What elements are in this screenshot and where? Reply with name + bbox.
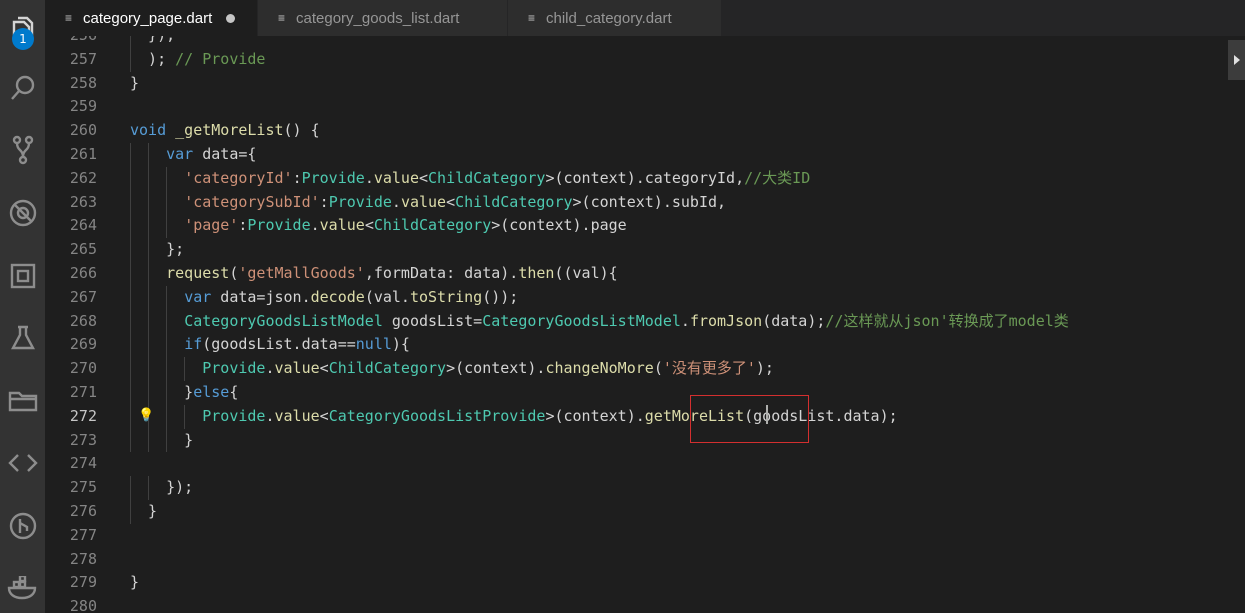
code-line[interactable]: 273 } xyxy=(45,428,1245,453)
code-line[interactable]: 274 xyxy=(45,452,1245,476)
editor-tabs: ≡ category_page.dart ≡ category_goods_li… xyxy=(45,0,1245,36)
tab-category-page[interactable]: ≡ category_page.dart xyxy=(45,0,258,36)
code-text: } xyxy=(130,73,140,92)
code-line[interactable]: 280 xyxy=(45,595,1245,613)
code-line[interactable]: 271 }else{ xyxy=(45,380,1245,405)
code-line[interactable]: 265 }; xyxy=(45,238,1245,262)
debug-icon[interactable] xyxy=(0,193,45,233)
line-number: 267 xyxy=(69,287,97,306)
code-text: var data={ xyxy=(166,144,257,163)
highlight-annotation-box xyxy=(690,395,809,443)
line-number: 272 xyxy=(69,406,97,425)
tab-label: child_category.dart xyxy=(546,9,672,27)
code-text: request('getMallGoods',formData: data).t… xyxy=(166,263,618,282)
tab-label: category_goods_list.dart xyxy=(296,9,460,27)
line-number: 257 xyxy=(69,49,97,68)
line-number: 275 xyxy=(69,478,97,497)
docker-icon[interactable] xyxy=(0,568,45,608)
line-number: 261 xyxy=(69,144,97,163)
code-text: Provide.value<ChildCategory>(context).ch… xyxy=(202,359,774,378)
line-number: 274 xyxy=(69,454,97,473)
extensions-icon[interactable] xyxy=(0,256,45,296)
line-number: 279 xyxy=(69,573,97,592)
code-line[interactable]: 267 var data=json.decode(val.toString())… xyxy=(45,285,1245,310)
code-text: 'categorySubId':Provide.value<ChildCateg… xyxy=(184,192,727,211)
code-line[interactable]: 266 request('getMallGoods',formData: dat… xyxy=(45,261,1245,286)
activity-bar: 1 xyxy=(0,0,45,613)
code-editor[interactable]: 256 });257 ); // Provide258}259260void _… xyxy=(45,36,1245,613)
code-line[interactable]: 268 CategoryGoodsListModel goodsList=Cat… xyxy=(45,309,1245,334)
test-flask-icon[interactable] xyxy=(0,318,45,358)
code-line[interactable]: 263 'categorySubId':Provide.value<ChildC… xyxy=(45,190,1245,215)
line-number: 273 xyxy=(69,430,97,449)
line-number: 264 xyxy=(69,216,97,235)
line-number: 280 xyxy=(69,597,97,613)
unsaved-dot-icon[interactable] xyxy=(226,13,236,23)
code-line[interactable]: 257 ); // Provide xyxy=(45,47,1245,72)
file-icon: ≡ xyxy=(528,11,536,25)
tab-label: category_page.dart xyxy=(83,9,213,27)
line-number: 268 xyxy=(69,311,97,330)
code-line[interactable]: 272 💡 Provide.value<CategoryGoodsListProv… xyxy=(45,404,1245,429)
line-number: 278 xyxy=(69,549,97,568)
line-number: 269 xyxy=(69,335,97,354)
line-number: 263 xyxy=(69,192,97,211)
line-number: 265 xyxy=(69,240,97,259)
tab-category-goods-list[interactable]: ≡ category_goods_list.dart xyxy=(258,0,508,36)
file-icon: ≡ xyxy=(278,11,286,25)
line-number: 270 xyxy=(69,359,97,378)
code-text: }); xyxy=(130,36,175,48)
code-line[interactable]: 264 'page':Provide.value<ChildCategory>(… xyxy=(45,214,1245,239)
code-line[interactable]: 256 }); xyxy=(45,36,1245,48)
code-line[interactable]: 276 } xyxy=(45,499,1245,524)
code-line[interactable]: 262 'categoryId':Provide.value<ChildCate… xyxy=(45,166,1245,191)
code-text: 'categoryId':Provide.value<ChildCategory… xyxy=(184,168,811,187)
code-line[interactable]: 275 }); xyxy=(45,476,1245,500)
collapse-panel-button[interactable] xyxy=(1228,40,1245,80)
code-text: void _getMoreList() { xyxy=(130,121,320,140)
line-number: 260 xyxy=(69,121,97,140)
code-text: } xyxy=(130,430,194,449)
code-line[interactable]: 259 xyxy=(45,95,1245,119)
search-icon[interactable] xyxy=(0,68,45,108)
code-text: 'page':Provide.value<ChildCategory>(cont… xyxy=(184,216,627,235)
code-brackets-icon[interactable] xyxy=(0,443,45,483)
text-cursor xyxy=(766,405,768,424)
code-line[interactable]: 270 Provide.value<ChildCategory>(context… xyxy=(45,357,1245,381)
code-text: CategoryGoodsListModel goodsList=Categor… xyxy=(184,311,1069,330)
code-text: }); xyxy=(130,478,194,497)
git-graph-icon[interactable] xyxy=(0,506,45,546)
line-number: 262 xyxy=(69,168,97,187)
chevron-right-icon xyxy=(1233,55,1240,65)
line-number: 258 xyxy=(69,73,97,92)
line-number: 277 xyxy=(69,525,97,544)
line-number: 256 xyxy=(45,36,97,48)
file-icon: ≡ xyxy=(65,11,73,25)
code-line[interactable]: 258} xyxy=(45,72,1245,96)
code-text: } xyxy=(130,573,140,592)
code-text: } xyxy=(130,501,158,520)
code-text: if(goodsList.data==null){ xyxy=(184,335,410,354)
code-line[interactable]: 278 xyxy=(45,548,1245,572)
code-line[interactable]: 261 var data={ xyxy=(45,142,1245,167)
code-line[interactable]: 279} xyxy=(45,571,1245,595)
tab-child-category[interactable]: ≡ child_category.dart xyxy=(508,0,722,36)
code-text: }else{ xyxy=(130,382,239,401)
line-number: 266 xyxy=(69,263,97,282)
line-number: 276 xyxy=(69,501,97,520)
line-number: 259 xyxy=(69,97,97,116)
code-lines: 256 });257 ); // Provide258}259260void _… xyxy=(45,36,1245,613)
code-line[interactable]: 269 if(goodsList.data==null){ xyxy=(45,333,1245,358)
code-text: ); // Provide xyxy=(130,49,266,68)
code-text: var data=json.decode(val.toString()); xyxy=(184,287,519,306)
code-line[interactable]: 260 void _getMoreList() { xyxy=(45,119,1245,143)
code-text: }; xyxy=(130,240,185,259)
code-line[interactable]: 277 xyxy=(45,524,1245,548)
source-control-icon[interactable] xyxy=(0,130,45,170)
folders-icon[interactable] xyxy=(0,380,45,420)
explorer-badge: 1 xyxy=(12,28,34,50)
line-number: 271 xyxy=(69,382,97,401)
